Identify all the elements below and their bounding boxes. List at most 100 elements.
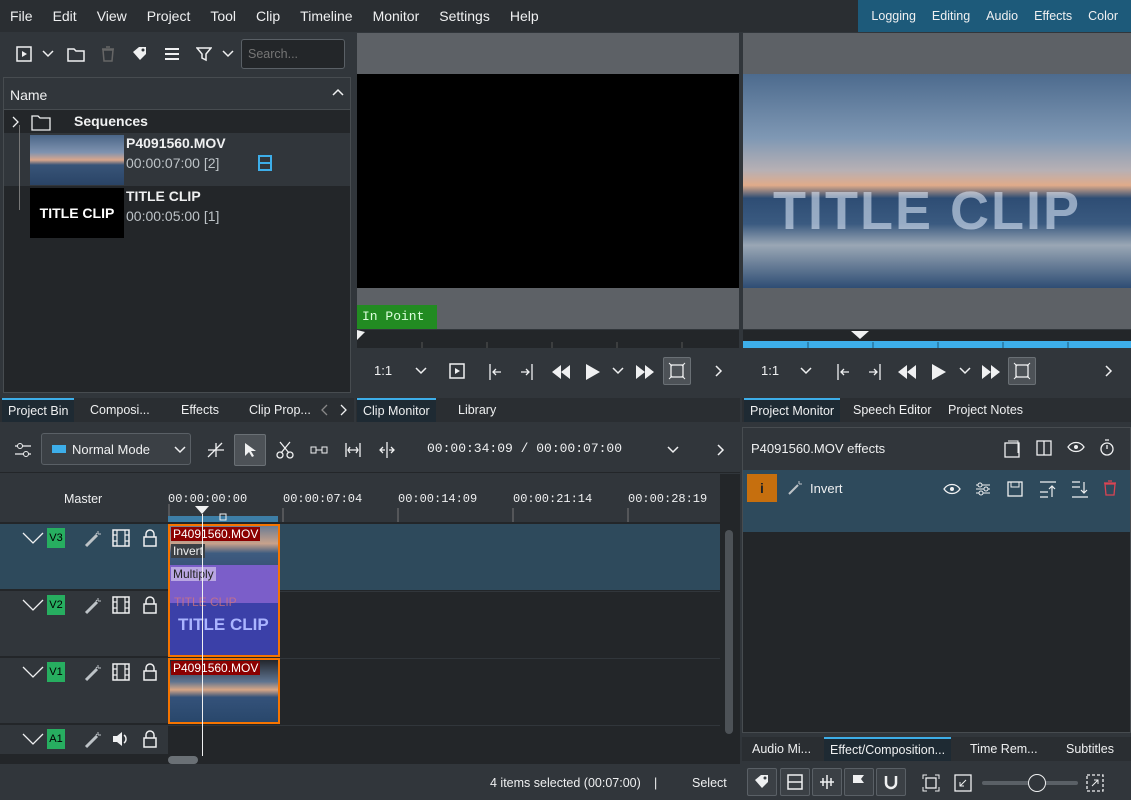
razor-tool-icon[interactable] [276, 441, 294, 459]
menu-icon[interactable] [162, 45, 182, 63]
timeline-ruler[interactable]: 00:00:00:00 00:00:07:04 00:00:14:09 00:0… [168, 474, 720, 522]
move-up-icon[interactable] [1039, 480, 1057, 498]
delete-icon[interactable] [1103, 480, 1117, 496]
tab-effects[interactable]: Effects [175, 398, 225, 422]
clip-row[interactable]: TITLE CLIP TITLE CLIP 00:00:05:00 [1] [4, 186, 350, 239]
menu-tool[interactable]: Tool [200, 0, 246, 32]
rewind-icon[interactable] [897, 364, 917, 380]
menu-settings[interactable]: Settings [429, 0, 500, 32]
forward-icon[interactable] [635, 364, 655, 380]
tab-clip-monitor[interactable]: Clip Monitor [357, 398, 436, 422]
menu-monitor[interactable]: Monitor [363, 0, 430, 32]
tab-subtitles[interactable]: Subtitles [1060, 737, 1120, 761]
forward-icon[interactable] [981, 364, 1001, 380]
eye-icon[interactable] [1067, 441, 1085, 453]
timeline-timecode[interactable]: 00:00:34:09 / 00:00:07:00 [427, 441, 622, 456]
safe-zone-button[interactable] [1008, 357, 1036, 385]
timeline-clip[interactable]: P4091560.MOV Invert [168, 524, 280, 565]
layout-audio[interactable]: Audio [978, 9, 1026, 23]
tab-library[interactable]: Library [452, 398, 503, 422]
slip-tool-icon[interactable] [344, 441, 362, 459]
safe-zone-button[interactable] [663, 357, 691, 385]
select-tool-button[interactable] [234, 434, 266, 466]
effect-wand-icon[interactable] [84, 530, 102, 548]
timeline-clip[interactable]: TITLE CLIP TITLE CLIP [168, 595, 280, 657]
bin-search-input[interactable] [241, 39, 345, 69]
lock-icon[interactable] [142, 663, 158, 681]
settings-sliders-icon[interactable] [975, 481, 991, 497]
tab-clip-properties[interactable]: Clip Prop... [243, 398, 317, 422]
tab-project-notes[interactable]: Project Notes [942, 398, 1030, 422]
sort-up-icon[interactable] [332, 88, 344, 96]
menu-clip[interactable]: Clip [246, 0, 290, 32]
collapse-icon[interactable] [22, 599, 44, 611]
film-icon[interactable] [112, 596, 130, 614]
collapse-icon[interactable] [22, 532, 44, 544]
speaker-icon[interactable] [112, 730, 130, 748]
tab-time-remapping[interactable]: Time Rem... [964, 737, 1044, 761]
fit-zoom-icon[interactable] [922, 774, 940, 792]
playhead[interactable] [202, 514, 203, 756]
tab-compositions[interactable]: Composi... [84, 398, 156, 422]
collapse-icon[interactable] [22, 733, 44, 745]
trash-icon[interactable] [98, 45, 118, 63]
play-options-icon[interactable] [959, 367, 971, 375]
timer-icon[interactable] [1099, 439, 1115, 457]
menu-view[interactable]: View [87, 0, 137, 32]
tab-audio-mixer[interactable]: Audio Mi... [746, 737, 818, 761]
set-in-icon[interactable] [835, 363, 851, 381]
insert-zone-icon[interactable] [449, 363, 465, 379]
zoom-chevron-icon[interactable] [415, 367, 427, 375]
more-chevron-icon[interactable] [715, 365, 723, 377]
zoom-value[interactable]: 1:1 [761, 363, 779, 378]
menu-file[interactable]: File [0, 0, 43, 32]
tab-scroll-left-icon[interactable] [320, 404, 328, 416]
lock-icon[interactable] [142, 529, 158, 547]
snap-button[interactable] [876, 768, 906, 796]
compare-icon[interactable] [1036, 440, 1052, 456]
chevron-down-icon[interactable] [40, 45, 56, 63]
clip-ruler[interactable] [357, 330, 739, 348]
tab-speech-editor[interactable]: Speech Editor [847, 398, 938, 422]
play-options-icon[interactable] [612, 367, 624, 375]
vertical-scrollbar[interactable] [725, 530, 733, 734]
set-out-icon[interactable] [867, 363, 883, 381]
tab-project-bin[interactable]: Project Bin [2, 398, 75, 422]
more-chevron-icon[interactable] [1105, 365, 1113, 377]
menu-timeline[interactable]: Timeline [290, 0, 362, 32]
eye-icon[interactable] [943, 483, 961, 495]
play-icon[interactable] [585, 363, 601, 381]
project-ruler[interactable] [743, 330, 1131, 348]
markers-button[interactable] [844, 768, 874, 796]
tag-filter-button[interactable] [747, 768, 777, 796]
ripple-tool-icon[interactable] [310, 443, 328, 457]
play-icon[interactable] [931, 363, 947, 381]
timecode-chevron-icon[interactable] [667, 446, 679, 454]
menu-edit[interactable]: Edit [43, 0, 87, 32]
tab-project-monitor[interactable]: Project Monitor [744, 398, 841, 422]
track-settings-icon[interactable] [14, 441, 32, 459]
layout-effects[interactable]: Effects [1026, 9, 1080, 23]
tag-icon[interactable] [130, 45, 150, 63]
timeline-clip[interactable]: P4091560.MOV [168, 658, 280, 724]
folder-row[interactable]: Sequences [4, 111, 350, 133]
zoom-value[interactable]: 1:1 [374, 363, 392, 378]
rewind-icon[interactable] [551, 364, 571, 380]
zoom-in-icon[interactable] [1086, 774, 1104, 792]
horizontal-scrollbar-thumb[interactable] [168, 756, 198, 764]
audio-waveform-button[interactable] [812, 768, 842, 796]
zoom-slider-handle[interactable] [1028, 774, 1046, 792]
clip-row[interactable]: P4091560.MOV 00:00:07:00 [2] [4, 133, 350, 186]
film-icon[interactable] [112, 663, 130, 681]
effect-wand-icon[interactable] [84, 731, 102, 749]
spacer-tool-icon[interactable] [206, 441, 226, 459]
thumbnails-button[interactable] [780, 768, 810, 796]
lock-icon[interactable] [142, 596, 158, 614]
collapse-icon[interactable] [22, 666, 44, 678]
save-stack-icon[interactable] [1004, 440, 1020, 458]
filter-icon[interactable] [194, 45, 214, 63]
edit-mode-select[interactable]: Normal Mode [41, 433, 191, 465]
effect-wand-icon[interactable] [84, 664, 102, 682]
tab-scroll-right-icon[interactable] [340, 404, 348, 416]
tab-effect-composition[interactable]: Effect/Composition... [824, 737, 952, 761]
